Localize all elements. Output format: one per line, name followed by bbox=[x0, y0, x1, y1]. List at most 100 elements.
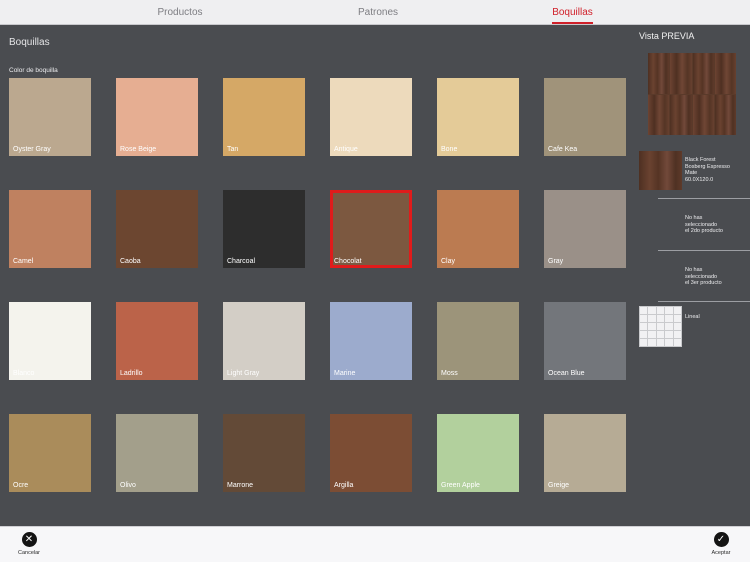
grout-swatch[interactable]: Argilla bbox=[330, 414, 412, 492]
pattern-tile bbox=[638, 314, 649, 323]
pattern-tile bbox=[647, 314, 657, 323]
swatch-label: Charcoal bbox=[227, 258, 256, 265]
preview-panel: Vista PREVIA Black Forest Bosberg Espres… bbox=[634, 25, 750, 526]
swatch-label: Bone bbox=[441, 146, 458, 153]
grout-swatch[interactable]: Moss bbox=[437, 302, 519, 380]
grout-swatch[interactable]: Ocre bbox=[9, 414, 91, 492]
swatch-label: Chocolat bbox=[334, 258, 362, 265]
cancel-button[interactable]: ✕ Cancelar bbox=[14, 532, 44, 556]
grout-swatch[interactable]: Cafe Kea bbox=[544, 78, 626, 156]
tab-patrones[interactable]: Patrones bbox=[338, 0, 418, 25]
pattern-tile bbox=[672, 330, 683, 339]
product-2-empty-slot[interactable]: No has seleccionado el 2do producto bbox=[685, 215, 723, 235]
grout-swatch[interactable]: Marine bbox=[330, 302, 412, 380]
product-1-info: Black Forest Bosberg Espresso Mate 60.0X… bbox=[685, 157, 730, 183]
product-1-thumbnail bbox=[639, 151, 682, 190]
product-1-size: 60.0X120.0 bbox=[685, 176, 714, 183]
grout-swatch[interactable]: Greige bbox=[544, 414, 626, 492]
grout-swatch[interactable]: Blanco bbox=[9, 302, 91, 380]
tab-boquillas[interactable]: Boquillas bbox=[552, 0, 593, 25]
swatch-label: Blanco bbox=[13, 370, 35, 377]
pattern-tile bbox=[647, 322, 657, 331]
tab-productos[interactable]: Productos bbox=[140, 0, 220, 25]
pattern-tile bbox=[655, 338, 666, 347]
pattern-tile bbox=[647, 330, 657, 339]
swatch-label: Tan bbox=[227, 146, 239, 153]
pattern-tile bbox=[672, 338, 683, 347]
swatch-label: Antique bbox=[334, 146, 358, 153]
accept-button[interactable]: ✓ Aceptar bbox=[706, 532, 736, 556]
pattern-tile bbox=[638, 330, 649, 339]
pattern-tile bbox=[638, 322, 649, 331]
swatch-label: Clay bbox=[441, 258, 456, 265]
grout-swatch[interactable]: Green Apple bbox=[437, 414, 519, 492]
accept-label: Aceptar bbox=[711, 550, 731, 556]
swatch-label: Green Apple bbox=[441, 482, 480, 489]
cancel-label: Cancelar bbox=[17, 550, 40, 556]
top-tab-bar: Productos Patrones Boquillas bbox=[0, 0, 750, 25]
swatch-label: Ocean Blue bbox=[548, 370, 585, 377]
pattern-tile bbox=[672, 306, 683, 315]
preview-image bbox=[648, 53, 736, 135]
pattern-tile bbox=[638, 338, 649, 347]
slot-divider bbox=[658, 198, 750, 199]
pattern-tile bbox=[655, 314, 666, 323]
pattern-tile bbox=[664, 314, 674, 323]
pattern-tile bbox=[655, 330, 666, 339]
page-title: Boquillas bbox=[9, 37, 50, 48]
pattern-tile bbox=[647, 338, 657, 347]
close-icon: ✕ bbox=[21, 532, 37, 547]
swatch-label: Gray bbox=[548, 258, 564, 265]
grout-swatch[interactable]: Marrone bbox=[223, 414, 305, 492]
bottom-action-bar: ✕ Cancelar ✓ Aceptar bbox=[0, 526, 750, 562]
pattern-tile bbox=[664, 338, 674, 347]
swatch-label: Oyster Gray bbox=[13, 146, 51, 153]
grout-swatch[interactable]: Oyster Gray bbox=[9, 78, 91, 156]
swatch-label: Moss bbox=[441, 370, 458, 377]
swatch-label: Ocre bbox=[13, 482, 29, 489]
grout-swatch[interactable]: Bone bbox=[437, 78, 519, 156]
pattern-tile bbox=[672, 322, 683, 331]
pattern-tile bbox=[664, 330, 674, 339]
grout-swatch[interactable]: Tan bbox=[223, 78, 305, 156]
product-1[interactable]: Black Forest Bosberg Espresso Mate 60.0X… bbox=[639, 151, 750, 191]
grout-swatch[interactable]: Light Gray bbox=[223, 302, 305, 380]
grout-swatch[interactable]: Chocolat bbox=[330, 190, 412, 268]
grout-swatch[interactable]: Charcoal bbox=[223, 190, 305, 268]
product-3-empty-slot[interactable]: No has seleccionado el 3er producto bbox=[685, 267, 722, 287]
pattern-tile bbox=[647, 306, 657, 315]
pattern-tile bbox=[638, 306, 649, 315]
grout-swatch[interactable]: Clay bbox=[437, 190, 519, 268]
grout-swatch[interactable]: Ladrillo bbox=[116, 302, 198, 380]
swatch-label: Camel bbox=[13, 258, 34, 265]
grout-swatch[interactable]: Olivo bbox=[116, 414, 198, 492]
swatch-label: Marrone bbox=[227, 482, 254, 489]
swatch-label: Cafe Kea bbox=[548, 146, 578, 153]
pattern-thumbnail[interactable] bbox=[638, 306, 683, 347]
swatch-label: Greige bbox=[548, 482, 570, 489]
slot-divider bbox=[658, 250, 750, 251]
pattern-tile bbox=[655, 306, 666, 315]
swatch-label: Caoba bbox=[120, 258, 141, 265]
pattern-tile bbox=[664, 306, 674, 315]
swatch-label: Olivo bbox=[120, 482, 136, 489]
pattern-tile bbox=[672, 314, 683, 323]
swatch-label: Ladrillo bbox=[120, 370, 143, 377]
pattern-label: Lineal bbox=[685, 314, 700, 320]
pattern-tile bbox=[655, 322, 666, 331]
grout-swatch[interactable]: Gray bbox=[544, 190, 626, 268]
swatch-label: Marine bbox=[334, 370, 356, 377]
swatch-label: Argilla bbox=[334, 482, 354, 489]
swatch-label: Light Gray bbox=[227, 370, 260, 377]
preview-title: Vista PREVIA bbox=[639, 31, 695, 41]
grout-swatch[interactable]: Rose Beige bbox=[116, 78, 198, 156]
grout-color-label: Color de boquilla bbox=[9, 67, 58, 74]
checkmark-icon: ✓ bbox=[713, 532, 729, 547]
swatch-label: Rose Beige bbox=[120, 146, 157, 153]
grout-swatch[interactable]: Caoba bbox=[116, 190, 198, 268]
slot-divider bbox=[658, 301, 750, 302]
pattern-tile bbox=[664, 322, 674, 331]
grout-swatch[interactable]: Antique bbox=[330, 78, 412, 156]
grout-swatch[interactable]: Ocean Blue bbox=[544, 302, 626, 380]
grout-swatch[interactable]: Camel bbox=[9, 190, 91, 268]
